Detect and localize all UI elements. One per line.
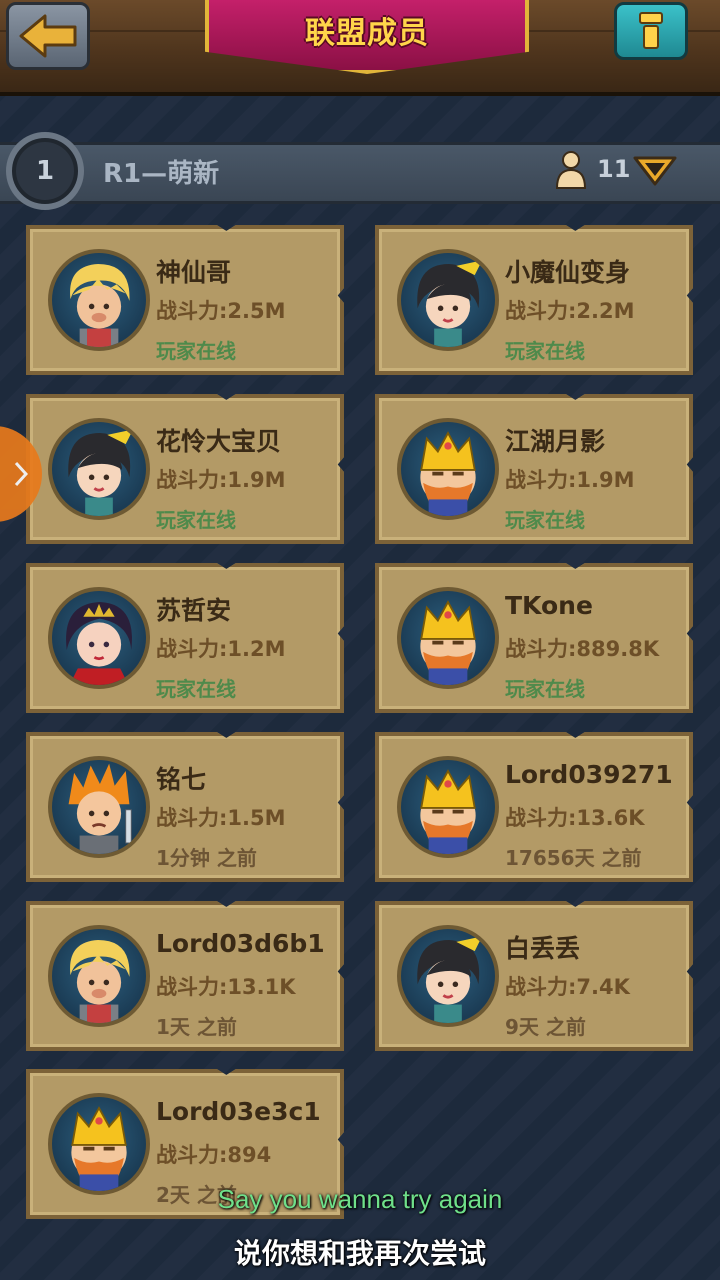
member-status: 玩家在线 — [156, 677, 236, 701]
subtitle-english: Say you wanna try again — [217, 1184, 503, 1214]
member-power: 战斗力:889.8K — [505, 637, 660, 661]
member-power: 战斗力:7.4K — [505, 975, 630, 999]
member-name: TKone — [505, 591, 593, 620]
info-icon — [639, 12, 663, 49]
king-avatar-icon — [420, 431, 476, 516]
member-name: Lord03e3c1 — [156, 1097, 321, 1126]
back-button[interactable] — [6, 2, 90, 70]
member-card[interactable]: TKone 战斗力:889.8K 玩家在线 — [375, 563, 693, 713]
subtitle-chinese: 说你想和我再次尝试 — [233, 1237, 486, 1270]
rank-number: 1 — [35, 156, 55, 186]
member-status: 17656天 之前 — [505, 846, 642, 870]
avatar — [397, 587, 499, 689]
member-power: 战斗力:1.2M — [156, 637, 286, 661]
member-card[interactable]: 江湖月影战斗力:1.9M 玩家在线 — [375, 394, 693, 544]
spiky-hair-fighter-avatar-icon — [68, 763, 132, 854]
member-card[interactable]: 铭七战斗力:1.5M 1分钟 之前 — [26, 732, 344, 882]
person-icon — [555, 151, 587, 189]
member-status: 9天 之前 — [505, 1015, 586, 1039]
member-card[interactable]: 花怜大宝贝战斗力:1.9M 玩家在线 — [26, 394, 344, 544]
member-power: 战斗力:1.9M — [156, 468, 286, 492]
member-status: 1天 之前 — [156, 1015, 237, 1039]
avatar — [48, 587, 150, 689]
member-card[interactable]: 白丢丢战斗力:7.4K 9天 之前 — [375, 901, 693, 1051]
chevron-down-icon[interactable] — [633, 154, 677, 188]
avatar — [48, 418, 150, 520]
king-avatar-icon — [71, 1106, 127, 1191]
member-status: 玩家在线 — [505, 339, 585, 363]
member-power: 战斗力:1.5M — [156, 806, 286, 830]
avatar — [397, 249, 499, 351]
member-name: 苏哲安 — [156, 596, 232, 625]
member-card[interactable]: 苏哲安战斗力:1.2M 玩家在线 — [26, 563, 344, 713]
member-status: 玩家在线 — [505, 508, 585, 532]
member-name: 神仙哥 — [156, 258, 232, 287]
member-card[interactable]: 神仙哥战斗力:2.5M 玩家在线 — [26, 225, 344, 375]
dark-hair-girl-avatar-icon — [417, 936, 483, 1023]
member-status: 玩家在线 — [156, 508, 236, 532]
avatar — [397, 418, 499, 520]
member-card[interactable]: Lord03d6b1 战斗力:13.1K 1天 之前 — [26, 901, 344, 1051]
avatar — [48, 925, 150, 1027]
avatar — [48, 1093, 150, 1195]
blonde-warrior-avatar-icon — [70, 940, 130, 1023]
page-title: 联盟成员 — [305, 16, 429, 51]
back-arrow-icon — [19, 14, 77, 58]
king-avatar-icon — [420, 600, 476, 685]
member-power: 战斗力:894 — [156, 1143, 272, 1167]
avatar — [48, 756, 150, 858]
member-name: 白丢丢 — [505, 934, 581, 963]
member-card[interactable]: Lord039271 战斗力:13.6K 17656天 之前 — [375, 732, 693, 882]
member-name: 小魔仙变身 — [505, 258, 631, 287]
blonde-warrior-avatar-icon — [70, 264, 130, 347]
queen-avatar-icon — [66, 602, 132, 685]
dark-hair-girl-avatar-icon — [68, 429, 134, 516]
member-name: 铭七 — [156, 765, 207, 794]
avatar — [48, 249, 150, 351]
member-name: Lord039271 — [505, 760, 673, 789]
member-power: 战斗力:2.5M — [156, 299, 286, 323]
info-button[interactable] — [614, 2, 688, 60]
dark-hair-girl-avatar-icon — [417, 260, 483, 347]
chevron-right-icon — [14, 461, 28, 487]
member-name: Lord03d6b1 — [156, 929, 325, 958]
member-power: 战斗力:2.2M — [505, 299, 635, 323]
member-name: 花怜大宝贝 — [156, 427, 282, 456]
member-status: 玩家在线 — [505, 677, 585, 701]
member-status: 玩家在线 — [156, 339, 236, 363]
member-count: 11 — [597, 155, 631, 183]
member-name: 江湖月影 — [505, 427, 606, 456]
member-status: 1分钟 之前 — [156, 846, 257, 870]
member-power: 战斗力:1.9M — [505, 468, 635, 492]
rank-label: R1—萌新 — [103, 159, 220, 189]
king-avatar-icon — [420, 769, 476, 854]
member-power: 战斗力:13.1K — [156, 975, 296, 999]
avatar — [397, 925, 499, 1027]
member-power: 战斗力:13.6K — [505, 806, 645, 830]
avatar — [397, 756, 499, 858]
member-card[interactable]: 小魔仙变身战斗力:2.2M 玩家在线 — [375, 225, 693, 375]
rank-badge: 1 — [6, 132, 84, 210]
